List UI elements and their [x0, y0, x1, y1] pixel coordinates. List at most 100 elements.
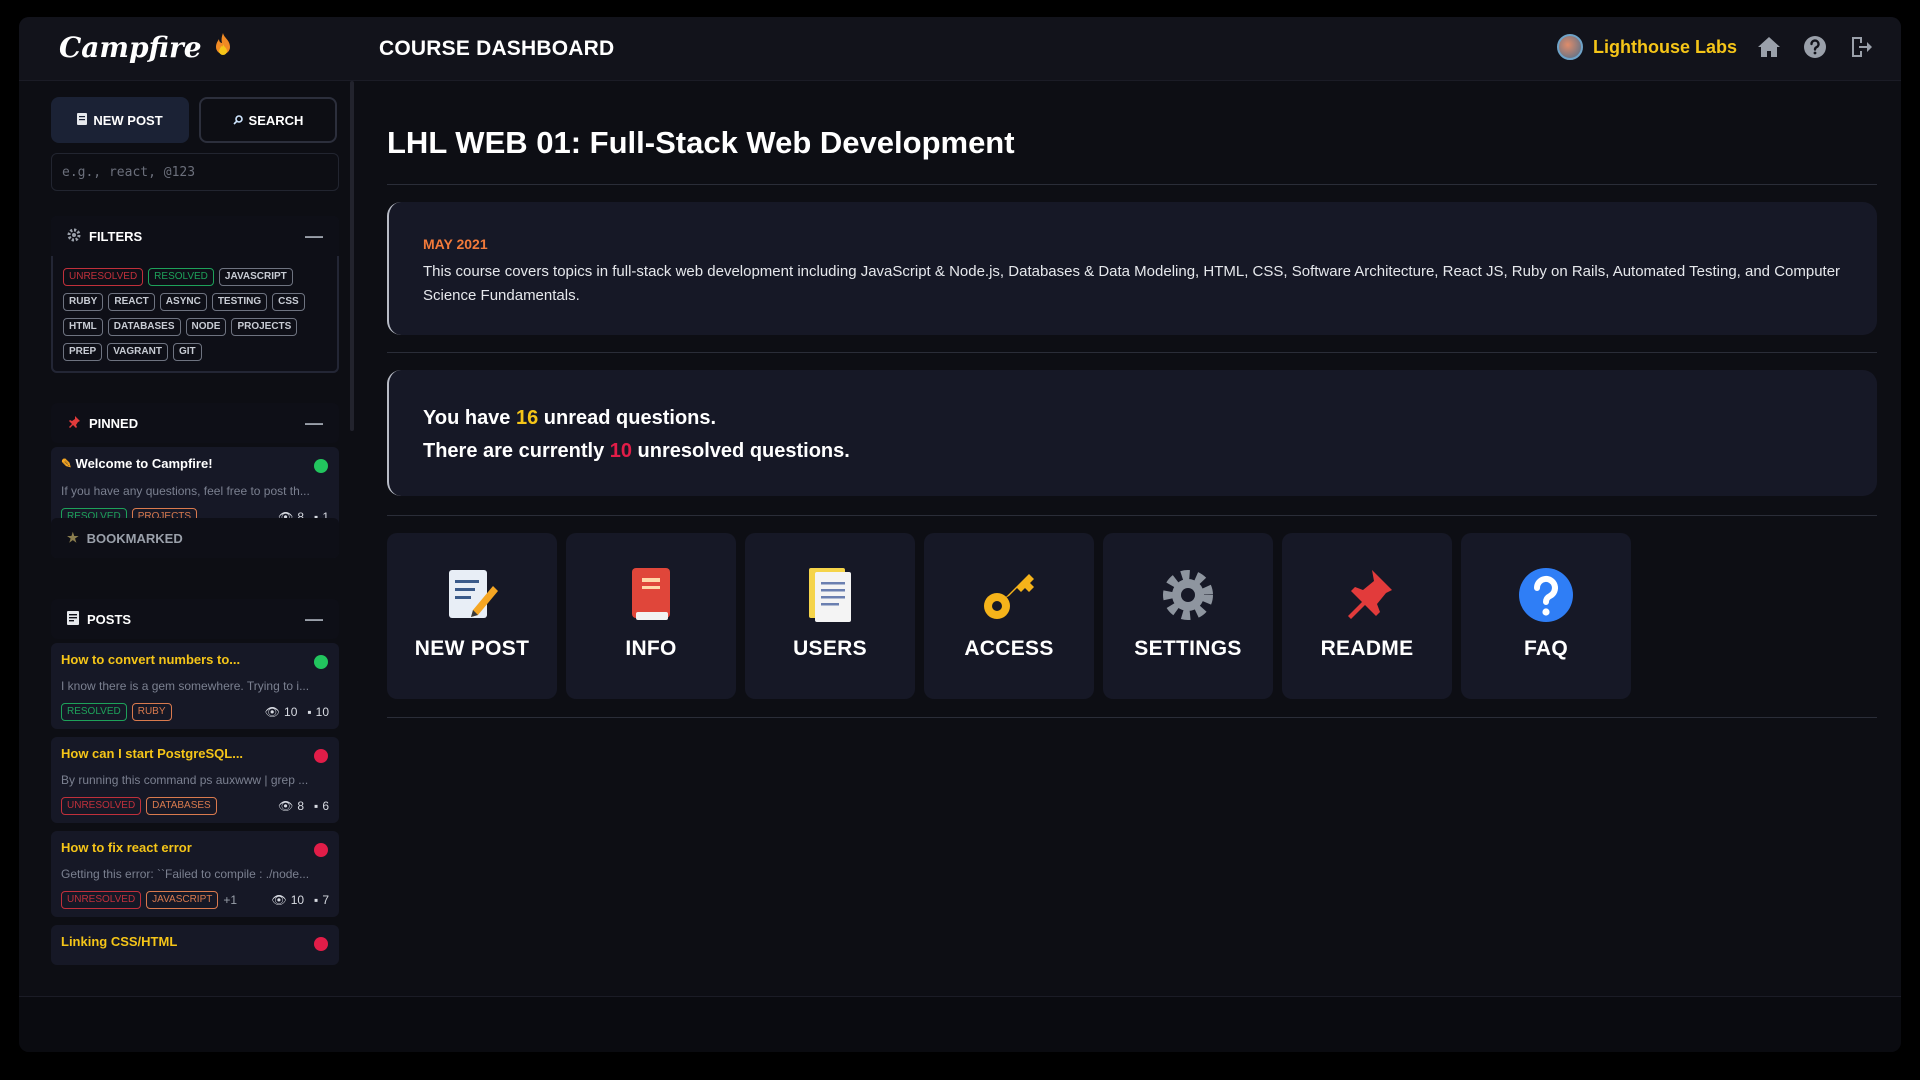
filter-tag-testing[interactable]: TESTING: [211, 293, 268, 311]
filter-tag-vagrant[interactable]: VAGRANT: [107, 343, 168, 361]
view-count: 10: [284, 705, 298, 719]
divider: [387, 184, 1877, 185]
post-tag[interactable]: JAVASCRIPT: [146, 891, 219, 909]
filter-tag-unresolved[interactable]: UNRESOLVED: [63, 268, 144, 286]
posts-header[interactable]: POSTS —: [51, 599, 339, 639]
bookmarked-header[interactable]: ★ BOOKMARKED: [51, 518, 339, 558]
filter-tag-node[interactable]: NODE: [185, 318, 227, 336]
post-tag[interactable]: UNRESOLVED: [61, 797, 142, 815]
question-icon: [1516, 565, 1576, 625]
status-dot: [314, 459, 328, 473]
unresolved-count: 10: [609, 440, 632, 462]
tile-new-post[interactable]: NEW POST: [387, 533, 557, 699]
post-preview: If you have any questions, feel free to …: [61, 484, 310, 498]
course-info-card: MAY 2021 This course covers topics in fu…: [387, 202, 1877, 335]
status-dot: [314, 843, 328, 857]
filter-tag-list: UNRESOLVED RESOLVED JAVASCRIPT RUBY REAC…: [51, 256, 339, 373]
tile-access[interactable]: ACCESS: [924, 533, 1094, 699]
filter-tag-git[interactable]: GIT: [172, 343, 202, 361]
brand-logo[interactable]: Campfire: [59, 31, 234, 64]
search-button[interactable]: SEARCH: [199, 97, 337, 143]
filters-panel: FILTERS — UNRESOLVED RESOLVED JAVASCRIPT…: [51, 216, 339, 373]
pinned-panel: PINNED — ✎ Welcome to Campfire! If you h…: [51, 403, 339, 534]
filter-tag-async[interactable]: ASYNC: [159, 293, 207, 311]
post-stats: 👁 10 ▪ 10: [265, 705, 329, 719]
post-tag[interactable]: RESOLVED: [61, 703, 127, 721]
comment-count: 10: [315, 705, 329, 719]
dashboard-tiles: NEW POST INFO USERS ACCESS SETTINGS READ…: [387, 533, 1631, 699]
filter-tag-react[interactable]: REACT: [108, 293, 155, 311]
post-stats: 👁 10 ▪ 7: [271, 893, 329, 907]
gear-icon: [1158, 565, 1218, 625]
pinned-header[interactable]: PINNED —: [51, 403, 339, 443]
tile-label: INFO: [625, 637, 677, 660]
fire-icon: [212, 32, 234, 64]
divider: [387, 515, 1877, 516]
filter-tag-databases[interactable]: DATABASES: [107, 318, 181, 336]
post-tag[interactable]: DATABASES: [146, 797, 217, 815]
comment-icon: ▪: [314, 799, 319, 813]
question-summary: You have 16 unread questions. There are …: [423, 402, 850, 468]
posts-title: POSTS: [87, 611, 132, 627]
search-icon: [232, 113, 243, 128]
bookmarked-title: BOOKMARKED: [86, 530, 183, 546]
post-title: How to fix react error: [61, 840, 192, 855]
post-meta: RESOLVED RUBY 👁 10 ▪ 10: [61, 703, 329, 721]
tile-faq[interactable]: FAQ: [1461, 533, 1631, 699]
sidebar: NEW POST SEARCH FILTERS — UNRESOLVED RE: [19, 81, 355, 996]
help-icon[interactable]: [1801, 33, 1829, 61]
org-name[interactable]: Lighthouse Labs: [1593, 37, 1737, 58]
list-item[interactable]: Linking CSS/HTML: [51, 925, 339, 965]
home-icon[interactable]: [1755, 33, 1783, 61]
star-icon: ★: [67, 530, 79, 545]
tile-readme[interactable]: README: [1282, 533, 1452, 699]
tile-users[interactable]: USERS: [745, 533, 915, 699]
filter-tag-projects[interactable]: PROJECTS: [231, 318, 298, 336]
divider: [387, 352, 1877, 353]
sidebar-scrollbar[interactable]: [350, 81, 354, 431]
eye-icon: 👁: [278, 799, 294, 813]
filter-tag-javascript[interactable]: JAVASCRIPT: [218, 268, 293, 286]
post-tag[interactable]: UNRESOLVED: [61, 891, 142, 909]
collapse-icon[interactable]: —: [305, 413, 323, 434]
brand-name: Campfire: [59, 31, 202, 64]
new-post-button[interactable]: NEW POST: [51, 97, 189, 143]
tile-settings[interactable]: SETTINGS: [1103, 533, 1273, 699]
tile-label: NEW POST: [414, 637, 530, 660]
post-title: How to convert numbers to...: [61, 652, 241, 667]
filter-tag-resolved[interactable]: RESOLVED: [148, 268, 214, 286]
logout-icon[interactable]: [1847, 33, 1875, 61]
tile-label: SETTINGS: [1134, 637, 1242, 660]
footer: [19, 996, 1901, 1052]
bookmarked-panel: ★ BOOKMARKED: [51, 518, 339, 558]
collapse-icon[interactable]: —: [305, 226, 323, 247]
status-dot: [314, 655, 328, 669]
pushpin-icon: [67, 415, 81, 432]
filter-tag-html[interactable]: HTML: [63, 318, 103, 336]
post-tag[interactable]: RUBY: [131, 703, 172, 721]
unread-summary: You have 16 unread questions.: [423, 407, 717, 429]
post-preview: I know there is a gem somewhere. Trying …: [61, 679, 310, 693]
list-item[interactable]: How to convert numbers to... I know ther…: [51, 643, 339, 729]
post-title: Linking CSS/HTML: [61, 934, 178, 949]
tile-info[interactable]: INFO: [566, 533, 736, 699]
filter-tag-css[interactable]: CSS: [272, 293, 305, 311]
list-item[interactable]: How can I start PostgreSQL... By running…: [51, 737, 339, 823]
book-icon: [621, 565, 681, 625]
list-item[interactable]: How to fix react error Getting this erro…: [51, 831, 339, 917]
view-count: 8: [297, 799, 305, 813]
filters-header[interactable]: FILTERS —: [51, 216, 339, 256]
view-count: 10: [290, 893, 305, 907]
collapse-icon[interactable]: —: [305, 609, 323, 630]
post-title: How can I start PostgreSQL...: [61, 746, 244, 761]
avatar[interactable]: [1557, 34, 1583, 60]
filter-tag-prep[interactable]: PREP: [63, 343, 103, 361]
search-input[interactable]: [51, 153, 339, 191]
document-icon: [67, 610, 79, 628]
post-meta: UNRESOLVED DATABASES 👁 8 ▪ 6: [61, 797, 329, 815]
filter-tag-ruby[interactable]: RUBY: [63, 293, 104, 311]
pinned-title: PINNED: [89, 415, 139, 431]
unresolved-summary: There are currently 10 unresolved questi…: [423, 440, 850, 462]
memo-icon: [77, 112, 88, 128]
divider: [387, 717, 1877, 718]
